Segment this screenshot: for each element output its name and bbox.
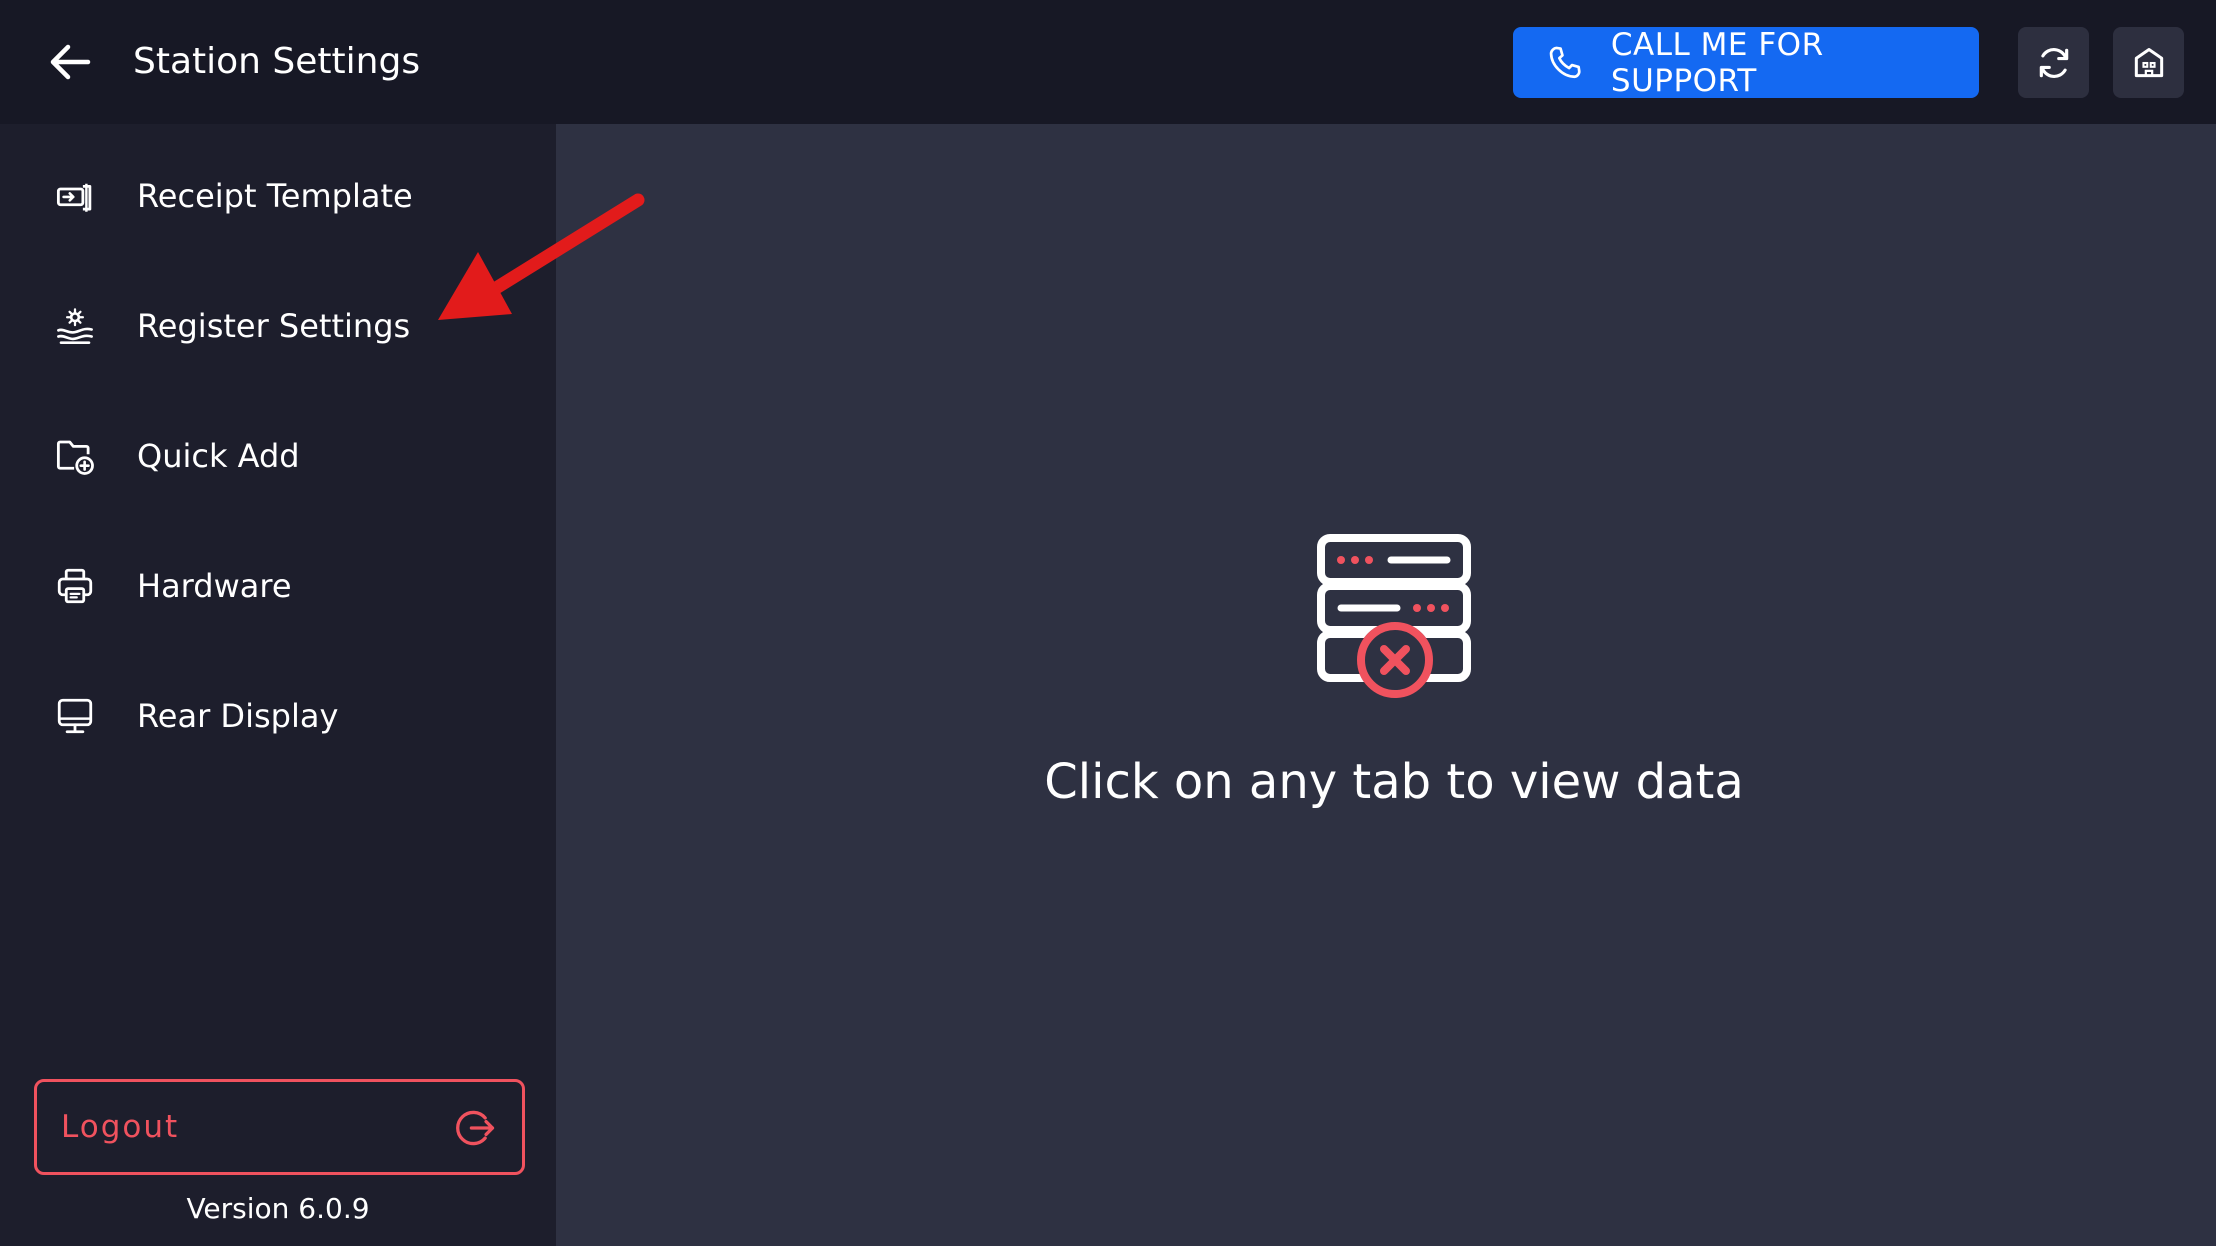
header-bar: Station Settings CALL ME FOR SUPPORT bbox=[0, 0, 2216, 124]
sidebar-item-label: Rear Display bbox=[137, 697, 339, 735]
printer-icon bbox=[52, 563, 98, 609]
logout-button[interactable]: Logout bbox=[34, 1079, 525, 1175]
sidebar-item-label: Quick Add bbox=[137, 437, 300, 475]
server-error-icon bbox=[1317, 534, 1471, 698]
refresh-button[interactable] bbox=[2018, 27, 2089, 98]
store-button[interactable] bbox=[2113, 27, 2184, 98]
sidebar-item-register-settings[interactable]: Register Settings bbox=[0, 271, 556, 381]
call-support-label: CALL ME FOR SUPPORT bbox=[1610, 26, 1824, 99]
version-label: Version 6.0.9 bbox=[186, 1192, 370, 1225]
phone-icon bbox=[1545, 43, 1585, 83]
page-title: Station Settings bbox=[133, 41, 421, 82]
sidebar-item-receipt-template[interactable]: Receipt Template bbox=[0, 141, 556, 251]
empty-state-message: Click on any tab to view data bbox=[1044, 754, 1744, 810]
folder-add-icon bbox=[52, 433, 98, 479]
arrow-left-icon bbox=[50, 44, 91, 80]
empty-state: Click on any tab to view data bbox=[556, 534, 2216, 810]
logout-label: Logout bbox=[61, 1109, 180, 1145]
app-window: Station Settings CALL ME FOR SUPPORT Rec… bbox=[0, 0, 2216, 1246]
main-content: Click on any tab to view data bbox=[556, 124, 2216, 1246]
monitor-icon bbox=[52, 693, 98, 739]
receipt-printer-icon bbox=[52, 173, 98, 219]
sidebar-item-hardware[interactable]: Hardware bbox=[0, 531, 556, 641]
back-button[interactable] bbox=[40, 30, 100, 94]
sidebar-item-rear-display[interactable]: Rear Display bbox=[0, 661, 556, 771]
sidebar-item-label: Hardware bbox=[137, 567, 292, 605]
sidebar-item-label: Register Settings bbox=[137, 307, 411, 345]
sidebar: Receipt Template Register Settings Quick… bbox=[0, 124, 556, 1246]
logout-icon bbox=[456, 1110, 495, 1146]
call-support-button[interactable]: CALL ME FOR SUPPORT bbox=[1513, 26, 1979, 99]
store-icon bbox=[2134, 47, 2163, 77]
sidebar-item-quick-add[interactable]: Quick Add bbox=[0, 401, 556, 511]
sidebar-item-label: Receipt Template bbox=[137, 177, 413, 215]
register-settings-icon bbox=[52, 303, 98, 349]
refresh-icon bbox=[2039, 47, 2068, 78]
